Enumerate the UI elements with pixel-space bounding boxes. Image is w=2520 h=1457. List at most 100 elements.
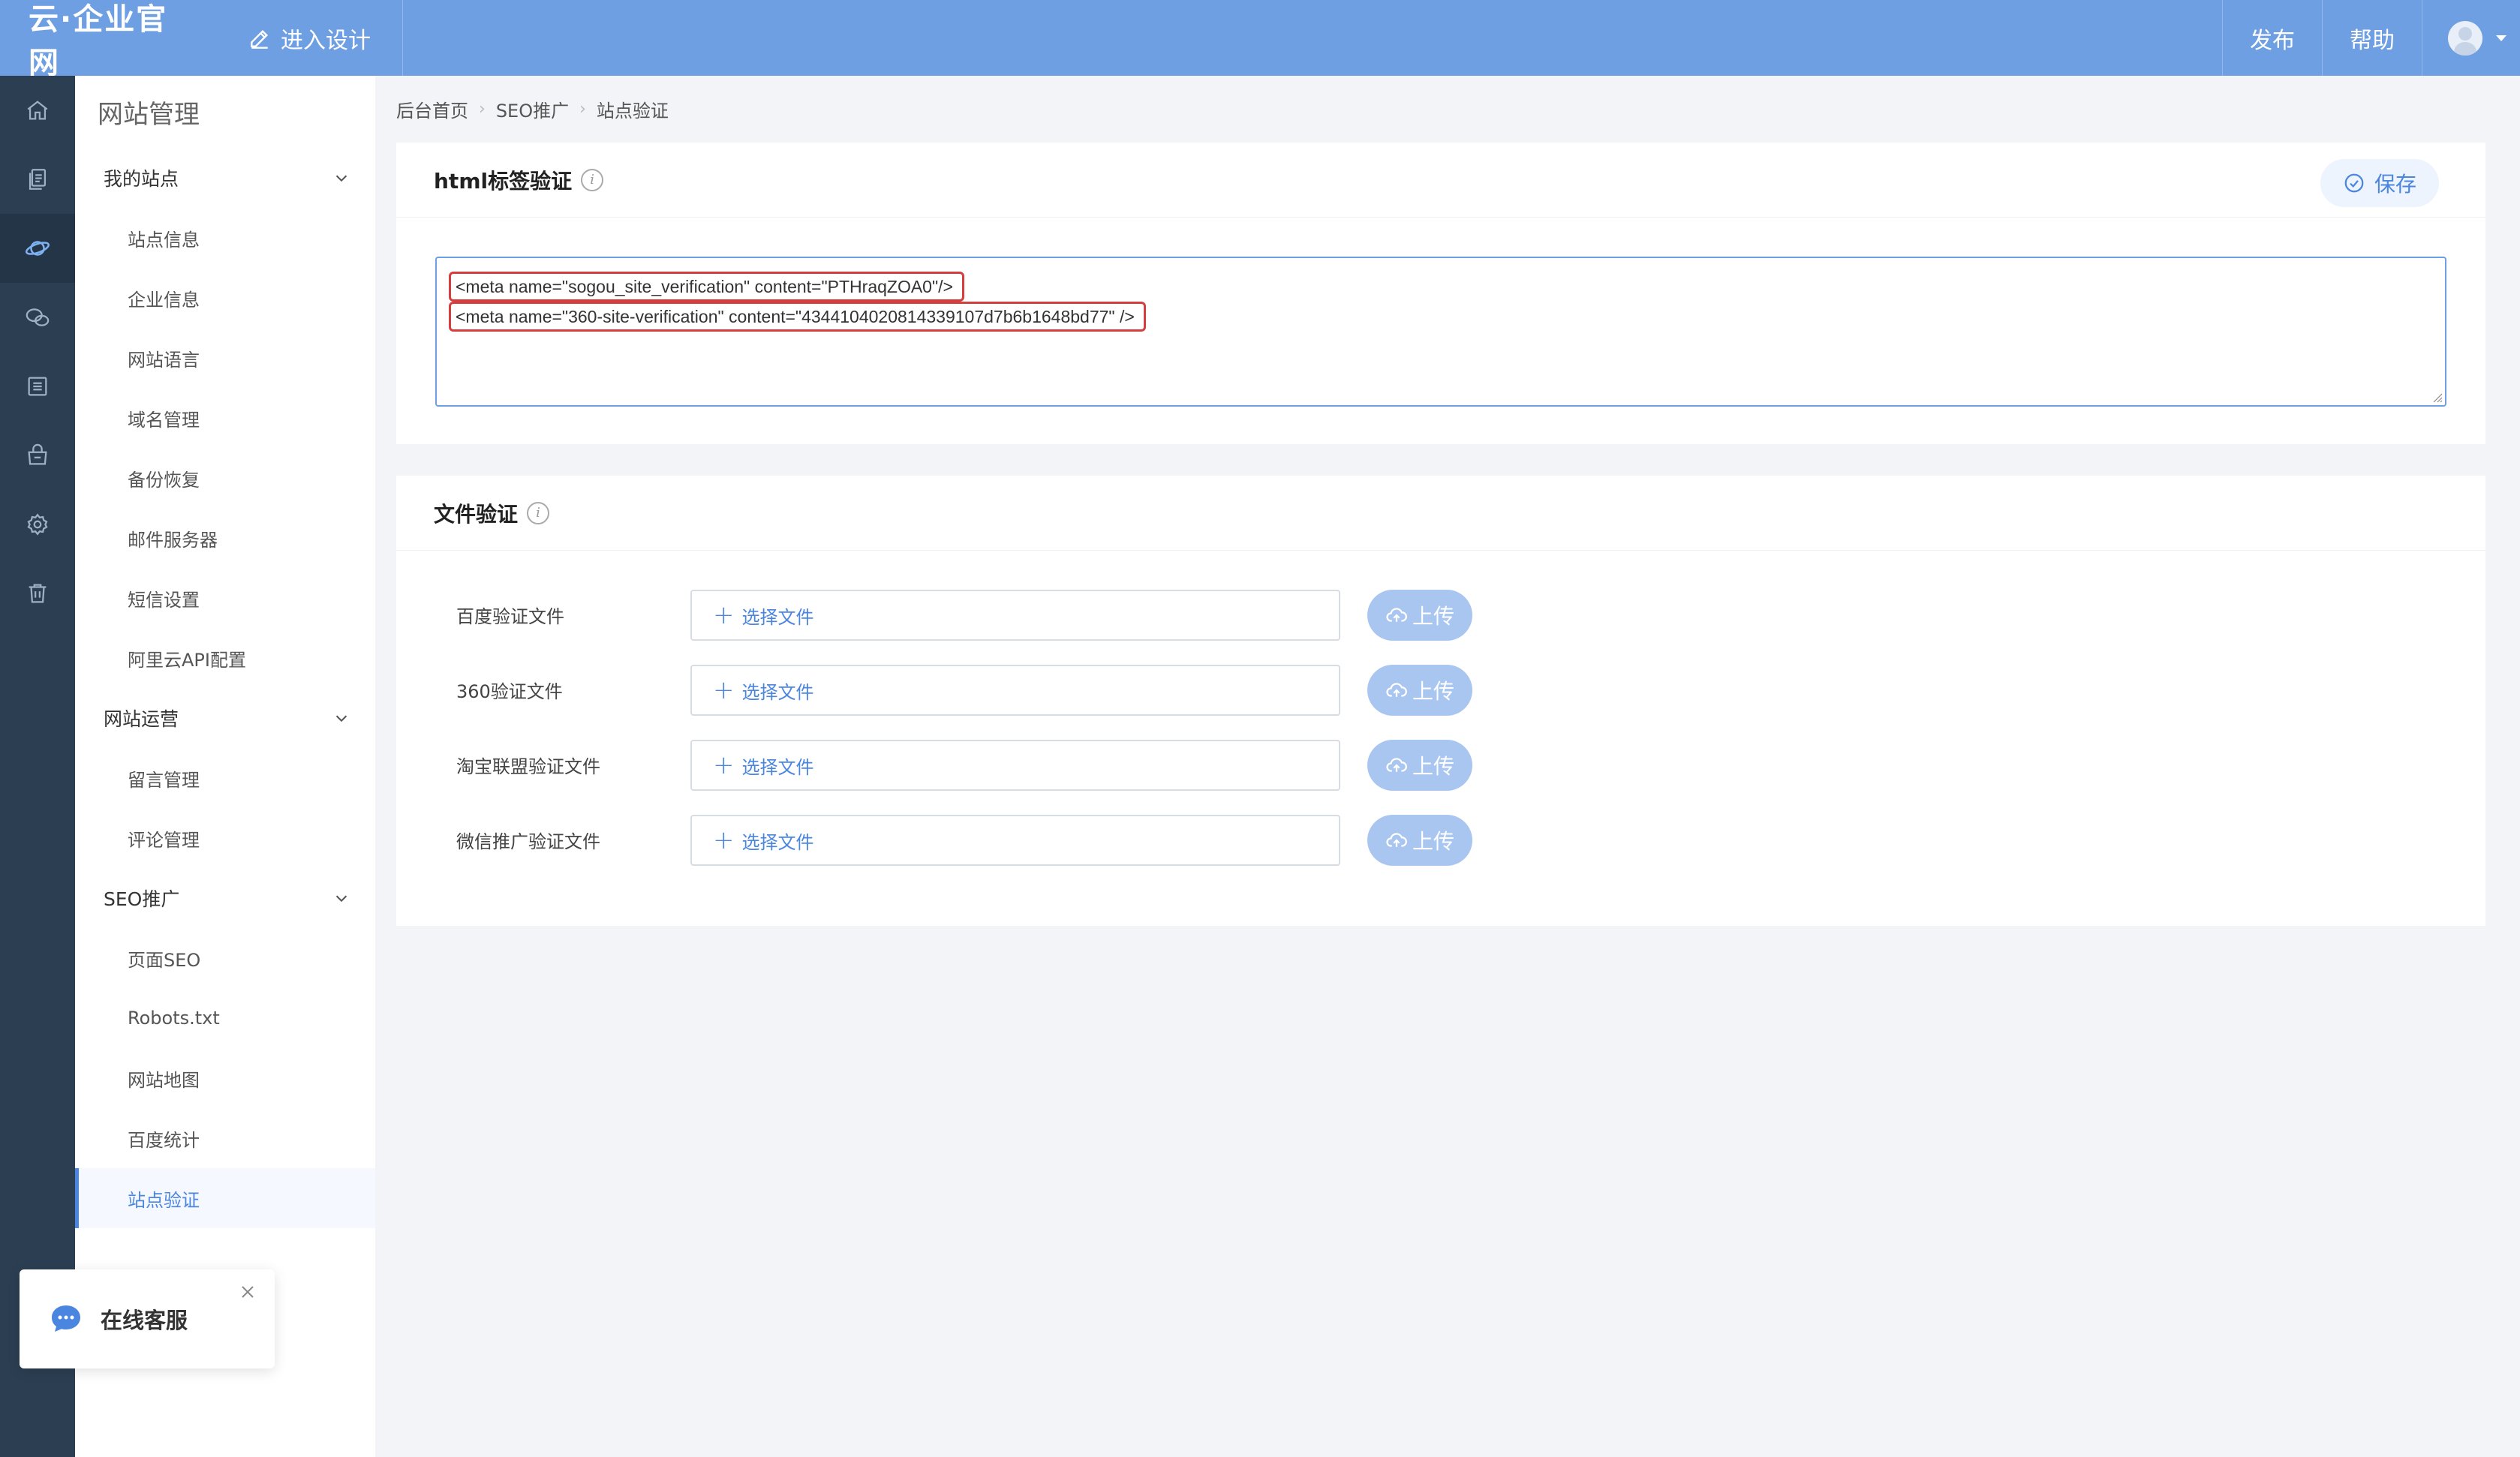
choose-file-label: 选择文件 <box>741 606 814 628</box>
help-button[interactable]: 帮助 <box>2322 0 2422 76</box>
sidebar-item-site-verification[interactable]: 站点验证 <box>75 1168 375 1228</box>
upload-label: 上传 <box>1412 754 1454 779</box>
rail-pages[interactable] <box>0 145 75 214</box>
settings-icon <box>27 513 48 536</box>
file-verification-panel: 文件验证 i 百度验证文件 + 选择文件 上传 360验证文件 + 选择文件 上… <box>396 476 2485 926</box>
sidebar-group-my-site[interactable]: 我的站点 <box>75 148 375 208</box>
trash-icon <box>29 584 47 603</box>
enter-design-button[interactable]: 进入设计 <box>236 0 403 76</box>
html-code-textarea[interactable]: <meta name="sogou_site_verification" con… <box>435 257 2446 407</box>
breadcrumb-home[interactable]: 后台首页 <box>396 96 468 122</box>
rail-site[interactable] <box>0 214 75 283</box>
home-icon <box>27 101 48 120</box>
plus-icon: + <box>713 750 735 780</box>
publish-button[interactable]: 发布 <box>2222 0 2322 76</box>
customer-service-label: 在线客服 <box>101 1308 188 1333</box>
file-verification-header: 文件验证 i <box>396 476 2485 551</box>
code-line: <meta name="sogou_site_verification" con… <box>449 272 964 302</box>
close-icon[interactable] <box>239 1283 257 1301</box>
plus-icon: + <box>713 600 735 630</box>
file-label: 微信推广验证文件 <box>456 831 600 852</box>
breadcrumb-current: 站点验证 <box>596 101 669 122</box>
upload-label: 上传 <box>1412 829 1454 854</box>
choose-file-button[interactable]: + 选择文件 <box>690 590 1340 641</box>
chevron-down-icon <box>335 175 347 182</box>
upload-button[interactable]: 上传 <box>1367 665 1472 716</box>
sidebar-group-seo[interactable]: SEO推广 <box>75 868 375 928</box>
file-label: 百度验证文件 <box>456 605 564 627</box>
cloud-upload-icon <box>1386 833 1407 847</box>
sidebar-group-operations[interactable]: 网站运营 <box>75 688 375 748</box>
choose-file-button[interactable]: + 选择文件 <box>690 815 1340 866</box>
file-label: 淘宝联盟验证文件 <box>456 756 600 777</box>
sidebar-item-messages[interactable]: 留言管理 <box>75 748 375 808</box>
choose-file-label: 选择文件 <box>741 831 814 853</box>
rail-trash[interactable] <box>0 559 75 628</box>
info-icon[interactable]: i <box>581 168 604 191</box>
rail-home[interactable] <box>0 76 75 145</box>
cloud-upload-icon <box>1386 683 1407 697</box>
file-row-baidu: 百度验证文件 + 选择文件 上传 <box>456 588 1544 641</box>
top-bar: 云·企业官网 进入设计 发布 帮助 <box>0 0 2520 80</box>
user-menu[interactable] <box>2422 0 2520 76</box>
list-icon <box>28 377 47 396</box>
sidebar-item-site-info[interactable]: 站点信息 <box>75 208 375 268</box>
choose-file-button[interactable]: + 选择文件 <box>690 665 1340 716</box>
sidebar-item-comments[interactable]: 评论管理 <box>75 808 375 868</box>
choose-file-button[interactable]: + 选择文件 <box>690 740 1340 791</box>
sidebar-item-aliyun-api[interactable]: 阿里云API配置 <box>75 628 375 688</box>
panel-title: html标签验证 <box>434 168 573 194</box>
sidebar-item-domain[interactable]: 域名管理 <box>75 388 375 448</box>
plus-icon: + <box>713 675 735 705</box>
sidebar-item-page-seo[interactable]: 页面SEO <box>75 928 375 988</box>
file-row-360: 360验证文件 + 选择文件 上传 <box>456 663 1544 716</box>
upload-button[interactable]: 上传 <box>1367 815 1472 866</box>
sidebar-item-backup[interactable]: 备份恢复 <box>75 448 375 508</box>
info-icon[interactable]: i <box>527 501 550 524</box>
sidebar-title: 网站管理 <box>98 99 200 130</box>
sidebar-group-label: 网站运营 <box>104 708 179 730</box>
sidebar-item-robots[interactable]: Robots.txt <box>75 988 375 1048</box>
sidebar-group-label: SEO推广 <box>104 888 180 910</box>
cloud-upload-icon <box>1386 608 1407 622</box>
file-row-wechat: 微信推广验证文件 + 选择文件 上传 <box>456 813 1544 866</box>
breadcrumb-seo[interactable]: SEO推广 <box>496 96 569 122</box>
check-circle-icon <box>2344 173 2364 193</box>
pages-icon <box>29 169 47 190</box>
save-button[interactable]: 保存 <box>2320 159 2439 207</box>
resize-handle-icon[interactable] <box>2431 391 2443 403</box>
sidebar-item-sms[interactable]: 短信设置 <box>75 568 375 628</box>
logo[interactable]: 云·企业官网 <box>0 0 188 80</box>
icon-rail <box>0 76 75 1457</box>
sidebar: 网站管理 我的站点 站点信息 企业信息 网站语言 域名管理 备份恢复 邮件服务器… <box>75 76 375 1457</box>
rail-shop[interactable] <box>0 421 75 490</box>
sidebar-item-company-info[interactable]: 企业信息 <box>75 268 375 328</box>
file-label: 360验证文件 <box>456 680 563 702</box>
chevron-down-icon <box>335 715 347 722</box>
chat-bubble-icon <box>52 1305 80 1332</box>
caret-down-icon <box>2496 35 2506 41</box>
upload-button[interactable]: 上传 <box>1367 740 1472 791</box>
file-row-taobao: 淘宝联盟验证文件 + 选择文件 上传 <box>456 738 1544 791</box>
sidebar-item-mail-server[interactable]: 邮件服务器 <box>75 508 375 568</box>
customer-service-widget[interactable]: 在线客服 <box>20 1269 275 1368</box>
rail-settings[interactable] <box>0 490 75 559</box>
plus-icon: + <box>713 825 735 855</box>
sidebar-group-label: 我的站点 <box>104 168 179 190</box>
cloud-upload-icon <box>1386 758 1407 772</box>
avatar <box>2448 20 2482 56</box>
breadcrumb-separator-icon: › <box>579 100 586 119</box>
html-verification-header: html标签验证 i <box>396 143 2485 218</box>
sidebar-item-baidu-stats[interactable]: 百度统计 <box>75 1108 375 1168</box>
html-verification-panel: html标签验证 i 保存 <meta name="sogou_site_ver… <box>396 143 2485 444</box>
chevron-down-icon <box>335 895 347 903</box>
sidebar-item-sitemap[interactable]: 网站地图 <box>75 1048 375 1108</box>
choose-file-label: 选择文件 <box>741 756 814 778</box>
upload-label: 上传 <box>1412 604 1454 629</box>
breadcrumb-separator-icon: › <box>479 100 486 119</box>
sidebar-item-language[interactable]: 网站语言 <box>75 328 375 388</box>
rail-list[interactable] <box>0 352 75 421</box>
upload-button[interactable]: 上传 <box>1367 590 1472 641</box>
save-label: 保存 <box>2374 172 2416 197</box>
rail-wechat[interactable] <box>0 283 75 352</box>
